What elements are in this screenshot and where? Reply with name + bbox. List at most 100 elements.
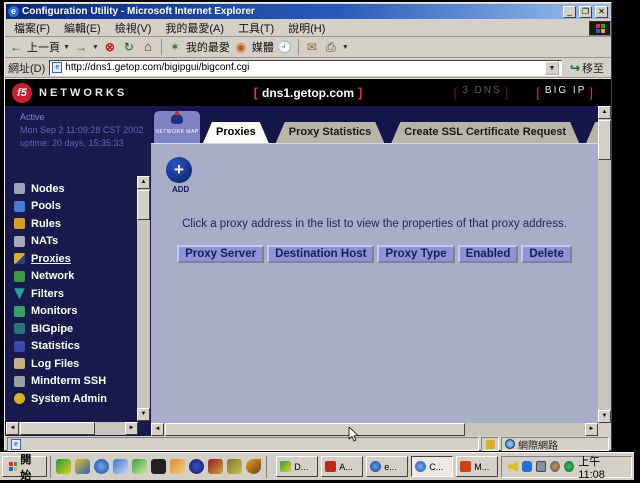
scrollbar-thumb[interactable] — [165, 423, 465, 436]
back-icon[interactable]: ← — [8, 39, 24, 55]
sidebar-item-nodes[interactable]: Nodes — [14, 180, 107, 198]
menu-favorites[interactable]: 我的最愛(A) — [158, 19, 231, 37]
toolbar-more-icon[interactable]: ▼ — [342, 44, 349, 51]
menu-view[interactable]: 檢視(V) — [108, 19, 159, 37]
favorites-label[interactable]: 我的最愛 — [186, 39, 230, 55]
quick-launch-icon[interactable] — [94, 459, 109, 474]
scroll-up-icon[interactable]: ▲ — [137, 176, 150, 189]
volume-icon[interactable] — [508, 461, 518, 472]
sidebar-item-filters[interactable]: Filters — [14, 285, 107, 303]
quick-launch-icon[interactable] — [113, 459, 128, 474]
sidebar-horizontal-scrollbar[interactable]: ◄ ► — [6, 422, 138, 435]
url-text[interactable]: http://dns1.getop.com/bigipgui/bigconf.c… — [65, 62, 542, 73]
sidebar-item-network[interactable]: Network — [14, 268, 107, 286]
address-input[interactable]: e http://dns1.getop.com/bigipgui/bigconf… — [49, 60, 562, 76]
sidebar-vertical-scrollbar[interactable]: ▲ ▼ — [137, 176, 150, 421]
tab-install-ssl-certificate[interactable]: Install SSL Certif — [586, 122, 598, 143]
menu-file[interactable]: 檔案(F) — [7, 19, 57, 37]
quick-launch-icon[interactable] — [151, 459, 166, 474]
menu-edit[interactable]: 編輯(E) — [57, 19, 108, 37]
mail-icon[interactable]: ✉ — [304, 39, 320, 55]
quick-launch-icon[interactable] — [208, 459, 223, 474]
tab-proxies[interactable]: Proxies — [203, 122, 269, 143]
scroll-left-icon[interactable]: ◄ — [151, 423, 164, 436]
scroll-down-icon[interactable]: ▼ — [137, 408, 150, 421]
link-bigip[interactable]: [ BIG IP ] — [536, 85, 595, 100]
quick-launch-icon[interactable] — [132, 459, 147, 474]
quick-launch-icon[interactable] — [189, 459, 204, 474]
task-button-configuration-utility[interactable]: C... — [411, 456, 453, 477]
go-button[interactable]: ↪ 移至 — [566, 59, 608, 76]
quick-launch-icon[interactable] — [227, 459, 242, 474]
column-destination-host[interactable]: Destination Host — [267, 245, 374, 263]
scroll-up-icon[interactable]: ▲ — [598, 106, 611, 119]
scrollbar-thumb[interactable] — [20, 422, 95, 435]
scroll-left-icon[interactable]: ◄ — [6, 422, 19, 435]
capture-border — [634, 452, 640, 480]
column-delete[interactable]: Delete — [521, 245, 572, 263]
sidebar-item-rules[interactable]: Rules — [14, 215, 107, 233]
sidebar-item-system-admin[interactable]: System Admin — [14, 390, 107, 408]
print-icon[interactable]: ⎙ — [323, 39, 339, 55]
address-label: 網址(D) — [8, 60, 45, 76]
sidebar-item-nats[interactable]: NATs — [14, 233, 107, 251]
link-3dns[interactable]: [ 3 DNS ] — [454, 85, 511, 100]
scrollbar-thumb[interactable] — [137, 190, 150, 220]
media-icon[interactable]: ◉ — [233, 39, 249, 55]
f5-brand-text: NETWORKS — [39, 87, 127, 99]
quick-launch-icon[interactable] — [170, 459, 185, 474]
quick-launch-icon[interactable] — [56, 459, 71, 474]
column-proxy-server[interactable]: Proxy Server — [177, 245, 264, 263]
task-button-1[interactable]: D... — [276, 456, 318, 477]
desktop: e Configuration Utility - Microsoft Inte… — [0, 0, 640, 480]
antivirus-icon[interactable] — [564, 461, 574, 472]
task-button-2[interactable]: A... — [321, 456, 363, 477]
history-icon[interactable]: 🕘 — [277, 39, 293, 55]
media-label[interactable]: 媒體 — [252, 39, 274, 55]
tray-clock[interactable]: 上午 11:08 — [578, 453, 625, 481]
sidebar-item-pools[interactable]: Pools — [14, 198, 107, 216]
refresh-icon[interactable]: ↻ — [121, 39, 137, 55]
close-button[interactable]: ✕ — [595, 6, 608, 18]
menu-tools[interactable]: 工具(T) — [231, 19, 281, 37]
stop-icon[interactable]: ⊗ — [102, 39, 118, 55]
scroll-right-icon[interactable]: ► — [125, 422, 138, 435]
tab-proxy-statistics[interactable]: Proxy Statistics — [276, 122, 385, 143]
minimize-button[interactable]: _ — [563, 6, 576, 18]
quick-launch-icon[interactable] — [75, 459, 90, 474]
home-icon[interactable]: ⌂ — [140, 39, 156, 55]
sidebar-item-log-files[interactable]: Log Files — [14, 355, 107, 373]
back-label[interactable]: 上一頁 — [27, 39, 60, 55]
title-bar[interactable]: e Configuration Utility - Microsoft Inte… — [6, 4, 610, 19]
network-map-button[interactable]: NETWORK MAP — [154, 111, 200, 143]
favorites-icon[interactable]: ✶ — [167, 39, 183, 55]
column-enabled[interactable]: Enabled — [458, 245, 519, 263]
sidebar-item-statistics[interactable]: Statistics — [14, 338, 107, 356]
back-dropdown-icon[interactable]: ▼ — [63, 44, 70, 51]
column-proxy-type[interactable]: Proxy Type — [377, 245, 454, 263]
lock-icon — [486, 440, 495, 449]
add-button[interactable]: + — [166, 157, 192, 183]
restore-button[interactable]: ❐ — [579, 6, 592, 18]
address-dropdown-icon[interactable]: ▼ — [545, 61, 559, 75]
forward-dropdown-icon[interactable]: ▼ — [92, 44, 99, 51]
update-icon[interactable] — [550, 461, 560, 472]
main-vertical-scrollbar[interactable]: ▲ ▼ — [598, 106, 611, 423]
start-button[interactable]: 開始 — [2, 456, 47, 477]
forward-icon[interactable]: → — [73, 39, 89, 55]
tab-create-ssl-certificate-request[interactable]: Create SSL Certificate Request — [391, 122, 579, 143]
task-button-3[interactable]: e... — [366, 456, 408, 477]
messenger-icon[interactable] — [522, 461, 532, 472]
scrollbar-thumb[interactable] — [598, 120, 611, 160]
menu-help[interactable]: 說明(H) — [281, 19, 332, 37]
scroll-right-icon[interactable]: ► — [585, 423, 598, 436]
task-button-5[interactable]: M... — [456, 456, 498, 477]
main-horizontal-scrollbar[interactable]: ◄ ► — [151, 423, 598, 436]
sidebar-item-mindterm-ssh[interactable]: Mindterm SSH — [14, 373, 107, 391]
sidebar-item-proxies[interactable]: Proxies — [14, 250, 107, 268]
sidebar-item-bigpipe[interactable]: BIGpipe — [14, 320, 107, 338]
scroll-down-icon[interactable]: ▼ — [598, 410, 611, 423]
sidebar-item-monitors[interactable]: Monitors — [14, 303, 107, 321]
display-icon[interactable] — [536, 461, 546, 472]
quick-launch-icon[interactable] — [246, 459, 261, 474]
